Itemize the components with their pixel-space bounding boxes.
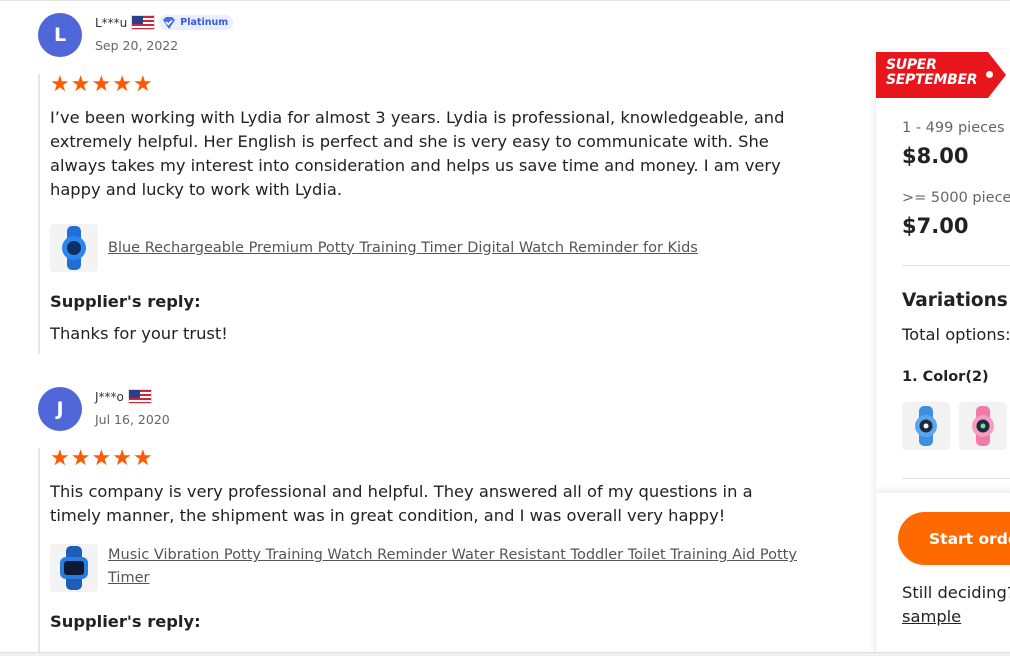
star-icon: ★	[70, 72, 91, 97]
avatar: J	[38, 387, 82, 431]
reviewed-product[interactable]: Blue Rechargeable Premium Potty Training…	[50, 224, 795, 272]
color-option-label: 1. Color(2)	[902, 369, 989, 385]
bottom-scroll-edge	[0, 652, 1010, 656]
review-date: Jul 16, 2020	[95, 412, 170, 427]
product-link[interactable]: Blue Rechargeable Premium Potty Training…	[108, 237, 698, 260]
reviewer-name: L***u	[95, 15, 128, 30]
product-link[interactable]: Music Vibration Potty Training Watch Rem…	[108, 544, 798, 590]
supplier-reply-text: Thanks for your trust!	[50, 324, 228, 343]
badge-label: Platinum	[180, 17, 229, 28]
watch-image-icon	[62, 226, 86, 270]
order-actions-panel: Start order Still deciding? sample	[876, 493, 1010, 652]
product-thumbnail[interactable]	[50, 544, 98, 592]
promo-banner: SUPER SEPTEMBER	[876, 52, 1006, 98]
variations-title: Variations	[902, 290, 1008, 311]
platinum-badge: Platinum	[159, 15, 234, 30]
star-icon: ★	[132, 72, 153, 97]
reviewed-product[interactable]: Music Vibration Potty Training Watch Rem…	[50, 544, 798, 592]
still-deciding-text: Still deciding?	[902, 583, 1010, 602]
star-icon: ★	[91, 446, 112, 471]
review-text: I’ve been working with Lydia for almost …	[50, 108, 785, 199]
star-rating: ★ ★ ★ ★ ★	[50, 448, 798, 470]
supplier-reply-label: Supplier's reply:	[50, 292, 201, 311]
star-icon: ★	[50, 446, 70, 471]
color-swatch-blue[interactable]	[902, 402, 950, 450]
star-icon: ★	[132, 446, 153, 471]
review-text: This company is very professional and he…	[50, 482, 753, 525]
star-icon: ★	[50, 72, 70, 97]
star-rating: ★ ★ ★ ★ ★	[50, 74, 795, 96]
tier-quantity: >= 5000 pieces	[902, 190, 1010, 206]
blue-watch-icon	[915, 406, 937, 446]
star-icon: ★	[70, 446, 91, 471]
platinum-badge-icon	[163, 16, 176, 29]
product-thumbnail[interactable]	[50, 224, 98, 272]
reviewer-header: J J***o Jul 16, 2020	[38, 387, 438, 431]
color-swatch-pink[interactable]	[959, 402, 1007, 450]
us-flag-icon	[131, 15, 156, 30]
start-order-button[interactable]: Start order	[898, 512, 1010, 565]
promo-dot-icon	[986, 71, 993, 78]
sample-link[interactable]: sample	[902, 607, 961, 626]
watch-image-icon	[60, 546, 88, 590]
order-sidebar: SUPER SEPTEMBER 1 - 499 pieces $8.00 >= …	[875, 50, 1010, 652]
review-item: J J***o Jul 16, 2020 ★ ★ ★ ★ ★ This comp…	[0, 387, 860, 656]
reviewer-header: L L***u Platinum Sep 20, 2022	[38, 13, 438, 57]
review-date: Sep 20, 2022	[95, 38, 179, 53]
review-body: ★ ★ ★ ★ ★ This company is very professio…	[38, 448, 798, 656]
total-options: Total options:	[902, 325, 1010, 344]
top-divider	[0, 0, 1010, 1]
reviewer-name-row: L***u Platinum	[95, 15, 234, 30]
tier-price: $7.00	[902, 214, 969, 238]
star-icon: ★	[112, 72, 132, 97]
tier-quantity: 1 - 499 pieces	[902, 120, 1005, 136]
review-item: L L***u Platinum Sep 20, 2022 ★ ★ ★ ★ ★ …	[0, 13, 860, 354]
star-icon: ★	[91, 72, 112, 97]
reviewer-name: J***o	[95, 389, 124, 404]
sidebar-divider	[902, 265, 1010, 266]
avatar: L	[38, 13, 82, 57]
reviewer-name-row: J***o	[95, 389, 152, 404]
star-icon: ★	[112, 446, 132, 471]
review-body: ★ ★ ★ ★ ★ I’ve been working with Lydia f…	[38, 74, 795, 354]
tier-price: $8.00	[902, 144, 969, 168]
us-flag-icon	[127, 389, 152, 404]
supplier-reply-label: Supplier's reply:	[50, 612, 201, 631]
sidebar-divider	[902, 478, 1010, 479]
pink-watch-icon	[972, 406, 994, 446]
